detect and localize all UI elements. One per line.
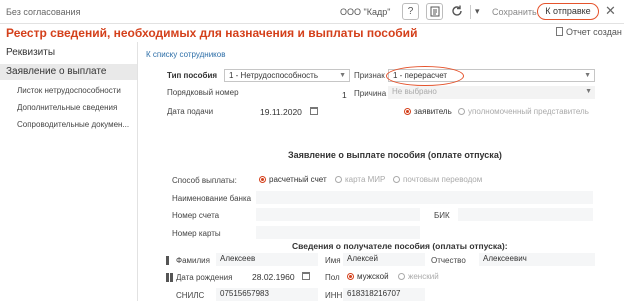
reason-label: Причина xyxy=(354,89,387,98)
order-number-label: Порядковый номер xyxy=(167,88,239,97)
radio-icon xyxy=(458,108,465,115)
payment-card-label: карта МИР xyxy=(345,175,386,184)
row-marker xyxy=(170,273,173,282)
back-to-employees-link[interactable]: К списку сотрудников xyxy=(146,50,225,59)
radio-selected-icon xyxy=(347,273,354,280)
surname-field[interactable]: Алексеев xyxy=(216,253,318,266)
gender-male-label: мужской xyxy=(357,272,389,281)
applicant-option-label: заявитель xyxy=(414,107,452,116)
account-number-field[interactable] xyxy=(256,208,420,221)
sidebar-subitem-documents[interactable]: Сопроводительные докумен... xyxy=(17,120,129,129)
sidebar-item-application[interactable]: Заявление о выплате xyxy=(0,64,137,80)
card-number-field[interactable] xyxy=(256,226,420,239)
gender-label: Пол xyxy=(325,273,340,282)
help-icon[interactable]: ? xyxy=(402,3,419,20)
surname-label: Фамилия xyxy=(176,256,210,265)
gender-male-radio[interactable]: мужской xyxy=(347,272,389,281)
sign-label: Признак xyxy=(354,71,385,80)
calendar-icon[interactable] xyxy=(310,107,318,115)
sidebar-subitem-sick-leave[interactable]: Листок нетрудоспособности xyxy=(17,86,121,95)
sidebar-item-requisites[interactable]: Реквизиты xyxy=(0,45,137,61)
birth-date-value[interactable]: 28.02.1960 xyxy=(252,272,295,282)
gender-female-radio[interactable]: женский xyxy=(398,272,439,281)
sidebar: Реквизиты Заявление о выплате Листок нет… xyxy=(0,42,138,301)
chevron-down-icon[interactable]: ▾ xyxy=(475,6,480,17)
page-title: Реестр сведений, необходимых для назначе… xyxy=(6,26,418,40)
calendar-icon[interactable] xyxy=(302,272,310,280)
save-button[interactable]: Сохранить xyxy=(492,7,537,17)
card-number-label: Номер карты xyxy=(172,229,221,238)
name-field[interactable]: Алексей xyxy=(343,253,425,266)
submit-date-label: Дата подачи xyxy=(167,107,214,116)
submit-date-value[interactable]: 19.11.2020 xyxy=(260,107,302,117)
chevron-down-icon: ▼ xyxy=(585,88,592,95)
radio-selected-icon xyxy=(404,108,411,115)
payment-post-radio[interactable]: почтовым переводом xyxy=(393,175,482,184)
submit-button[interactable]: К отправке xyxy=(537,3,599,20)
top-toolbar: Без согласования ООО "Кадр" ? ▾ Сохранит… xyxy=(0,0,624,24)
benefit-type-select[interactable]: 1 - Нетрудоспособность ▼ xyxy=(224,69,350,82)
order-number-value[interactable]: 1 xyxy=(342,90,347,100)
company-name[interactable]: ООО "Кадр" xyxy=(340,7,390,17)
reason-placeholder: Не выбрано xyxy=(392,87,437,96)
snils-label: СНИЛС xyxy=(176,291,205,300)
representative-option-label: уполномоченный представитель xyxy=(468,107,589,116)
payment-account-radio[interactable]: расчетный счет xyxy=(259,175,327,184)
bank-name-field[interactable] xyxy=(256,191,593,204)
approval-status: Без согласования xyxy=(6,7,81,17)
refresh-icon[interactable] xyxy=(450,4,464,20)
snils-field[interactable]: 07515657983 xyxy=(216,288,318,301)
close-icon[interactable]: ✕ xyxy=(605,3,616,19)
bik-field[interactable] xyxy=(458,208,593,221)
patronymic-label: Отчество xyxy=(431,256,466,265)
report-icon xyxy=(556,27,563,36)
payment-method-label: Способ выплаты: xyxy=(172,176,237,185)
sign-highlight-ring xyxy=(386,66,464,86)
patronymic-field[interactable]: Алексеевич xyxy=(479,253,595,266)
application-section-title: Заявление о выплате пособия (оплате отпу… xyxy=(288,150,502,160)
bank-name-label: Наименование банка xyxy=(172,194,252,203)
row-marker xyxy=(166,273,169,282)
chevron-down-icon: ▼ xyxy=(584,72,591,79)
inn-field[interactable]: 618318216707 xyxy=(343,288,425,301)
payment-post-label: почтовым переводом xyxy=(403,175,483,184)
inn-label: ИНН xyxy=(325,291,343,300)
row-marker xyxy=(166,256,169,265)
sidebar-subitem-additional[interactable]: Дополнительные сведения xyxy=(17,103,117,112)
radio-icon xyxy=(393,176,400,183)
payment-card-radio[interactable]: карта МИР xyxy=(335,175,385,184)
report-label: Отчет создан xyxy=(566,27,622,37)
report-button[interactable]: Отчет создан xyxy=(556,27,622,37)
name-label: Имя xyxy=(325,256,341,265)
applicant-radio[interactable]: заявитель xyxy=(404,107,452,116)
gender-female-label: женский xyxy=(408,272,439,281)
bik-label: БИК xyxy=(434,211,450,220)
radio-icon xyxy=(335,176,342,183)
benefit-type-label: Тип пособия xyxy=(167,71,218,80)
toolbar-divider xyxy=(470,5,471,19)
birth-date-label: Дата рождения xyxy=(176,273,233,282)
document-icon[interactable] xyxy=(426,3,443,20)
radio-selected-icon xyxy=(259,176,266,183)
chevron-down-icon: ▼ xyxy=(339,72,346,79)
representative-radio[interactable]: уполномоченный представитель xyxy=(458,107,589,116)
radio-icon xyxy=(398,273,405,280)
recipient-section-title: Сведения о получателе пособия (оплаты от… xyxy=(292,241,508,251)
payment-account-label: расчетный счет xyxy=(269,175,327,184)
account-number-label: Номер счета xyxy=(172,211,220,220)
benefit-type-value: 1 - Нетрудоспособность xyxy=(229,71,318,80)
reason-select[interactable]: Не выбрано ▼ xyxy=(388,86,595,99)
